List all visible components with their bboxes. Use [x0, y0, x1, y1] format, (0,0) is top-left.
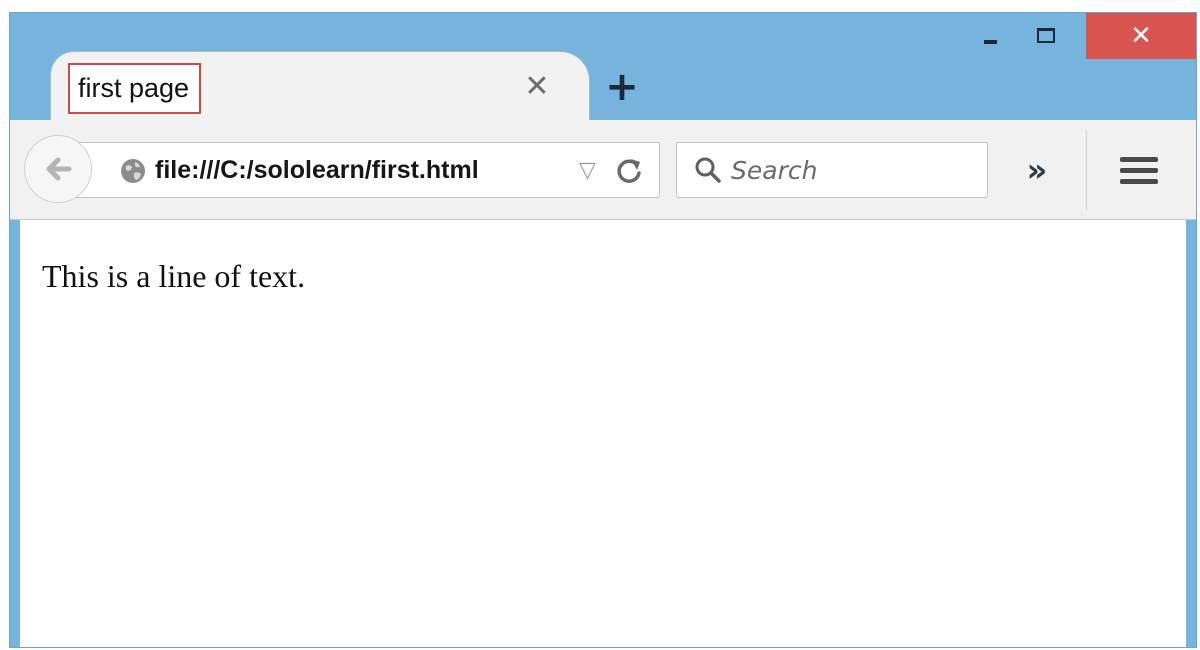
maximize-button[interactable]	[1018, 13, 1074, 57]
new-tab-button[interactable]: +	[602, 67, 642, 107]
reload-icon[interactable]	[611, 153, 647, 189]
hamburger-menu-icon[interactable]	[1116, 150, 1162, 190]
tab-title: first page	[68, 63, 202, 114]
menu-line	[1120, 156, 1158, 162]
search-bar[interactable]	[676, 142, 988, 198]
browser-window: ✕ first page ✕ + file:///C:/sololearn/fi…	[9, 12, 1197, 648]
menu-line	[1120, 178, 1158, 184]
address-bar[interactable]: file:///C:/sololearn/first.html ▽	[70, 142, 660, 198]
search-icon	[695, 157, 721, 183]
close-window-button[interactable]: ✕	[1086, 13, 1196, 59]
toolbar-divider	[1086, 130, 1087, 210]
url-text[interactable]: file:///C:/sololearn/first.html	[155, 153, 479, 187]
minimize-button[interactable]	[966, 13, 1014, 57]
tab-first-page[interactable]: first page ✕	[50, 51, 590, 121]
tab-close-icon[interactable]: ✕	[519, 68, 555, 104]
menu-line	[1120, 167, 1158, 173]
minimize-icon	[983, 40, 997, 44]
overflow-chevron-button[interactable]: »	[1014, 150, 1060, 190]
close-icon: ✕	[1130, 21, 1152, 51]
page-content: This is a line of text.	[10, 220, 1196, 647]
double-chevron-icon: »	[1026, 151, 1048, 189]
plus-icon: +	[605, 64, 639, 110]
navigation-toolbar: file:///C:/sololearn/first.html ▽ »	[10, 120, 1196, 220]
back-button[interactable]	[24, 135, 92, 203]
body-text: This is a line of text.	[42, 258, 306, 294]
maximize-icon	[1037, 27, 1055, 43]
history-dropdown-icon[interactable]: ▽	[579, 155, 596, 187]
back-arrow-icon	[46, 157, 72, 181]
search-input[interactable]	[731, 151, 971, 189]
globe-icon	[121, 159, 145, 183]
